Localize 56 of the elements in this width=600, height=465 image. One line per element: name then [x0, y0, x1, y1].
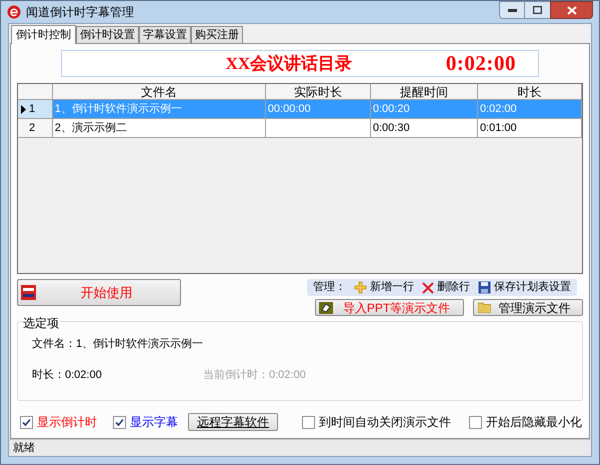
close-icon	[422, 282, 434, 294]
group-title: 选定项	[22, 314, 60, 332]
tab[interactable]: 倒计时控制	[11, 25, 76, 44]
close-button[interactable]	[550, 1, 593, 19]
plus-icon	[354, 281, 367, 294]
table-cell: 0:00:30	[370, 119, 478, 137]
checkbox[interactable]	[20, 416, 33, 428]
remote-subtitle-button[interactable]: 远程字幕软件	[188, 413, 278, 431]
checkbox[interactable]	[113, 416, 126, 428]
window-title: 闻道倒计时字幕管理	[26, 4, 135, 21]
document-icon	[319, 302, 333, 314]
app-logo-icon	[7, 5, 21, 19]
header-title: XX会议讲话目录	[224, 52, 354, 75]
toolbar-button[interactable]: 新增一行	[354, 279, 414, 296]
column-header[interactable]: 文件名	[52, 84, 266, 99]
checkbox-label: 开始后隐藏最小化	[486, 414, 582, 431]
table-cell: 0:02:00	[478, 100, 582, 118]
tab[interactable]: 倒计时设置	[76, 26, 139, 43]
manage-files-button[interactable]: 管理演示文件	[473, 299, 583, 316]
check-icon	[22, 418, 31, 426]
minimize-button[interactable]	[499, 1, 525, 19]
selected-file-name: 文件名：1、倒计时软件演示示例一	[32, 336, 204, 352]
row-number: 1	[29, 102, 36, 117]
duration-text: 时长：0:02:00	[32, 368, 103, 382]
row-pointer-icon	[21, 104, 26, 114]
tab[interactable]: 字幕设置	[139, 26, 191, 43]
table-cell: 00:00:00	[266, 100, 371, 118]
row-header[interactable]: 2	[18, 119, 53, 137]
checkbox[interactable]	[469, 416, 482, 428]
checkbox-label: 显示字幕	[130, 414, 178, 431]
column-header[interactable]: 实际时长	[266, 84, 371, 99]
tab[interactable]: 购买注册	[191, 26, 243, 43]
close-icon	[566, 6, 576, 14]
column-header[interactable]: 时长	[478, 84, 582, 99]
table-cell: 0:00:20	[370, 100, 478, 118]
table-cell: 0:01:00	[478, 119, 582, 137]
maximize-icon	[533, 6, 542, 14]
toolbar-label: 管理：	[313, 280, 346, 296]
check-icon	[115, 418, 124, 426]
status-text: 就绪	[13, 440, 35, 456]
table-cell: 1、倒计时软件演示示例一	[52, 100, 266, 118]
toolbar-button[interactable]: 保存计划表设置	[478, 279, 571, 296]
minimize-icon	[508, 8, 516, 12]
folder-icon	[478, 302, 491, 313]
toolbar-button[interactable]: 删除行	[422, 279, 470, 296]
row-header[interactable]: 1	[18, 100, 53, 118]
column-header[interactable]: 提醒时间	[370, 84, 478, 99]
timer-display: 0:02:00	[446, 50, 517, 77]
checkbox-label: 显示倒计时	[37, 414, 97, 431]
app-window-icon	[21, 285, 36, 300]
checkbox[interactable]	[302, 416, 315, 428]
current-countdown-text: 当前倒计时：0:02:00	[203, 368, 306, 382]
row-number: 2	[29, 120, 36, 136]
checkbox-label: 到时间自动关闭演示文件	[319, 414, 451, 431]
maximize-button[interactable]	[525, 1, 550, 19]
table-cell: 2、演示示例二	[52, 119, 266, 137]
